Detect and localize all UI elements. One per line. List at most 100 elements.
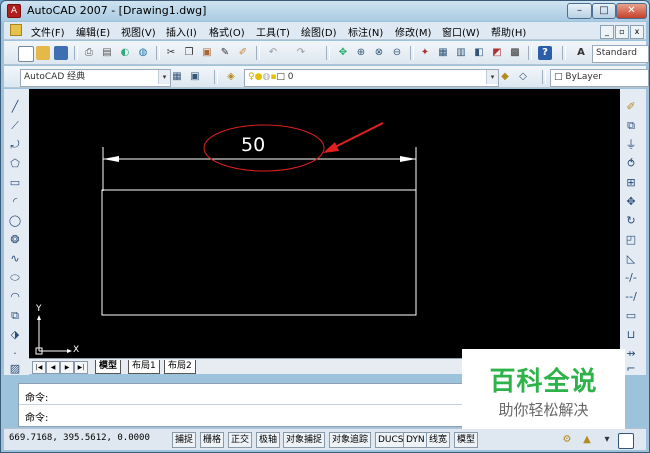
zoom-window-icon[interactable]: ⊗ <box>372 46 386 60</box>
spline-icon[interactable]: ∿ <box>7 251 23 266</box>
layer-previous-icon[interactable]: ◇ <box>516 70 530 84</box>
tool-palettes-icon[interactable]: ▥ <box>454 46 468 60</box>
hatch-icon[interactable]: ▨ <box>7 361 23 376</box>
make-object-layer-current-icon[interactable]: ◆ <box>498 70 512 84</box>
ellipse-icon[interactable]: ⬭ <box>7 270 23 285</box>
plot-icon[interactable]: ◍ <box>136 46 150 60</box>
scale-icon[interactable]: ◰ <box>623 232 639 247</box>
help-icon[interactable]: ? <box>538 46 552 60</box>
clean-screen-icon[interactable] <box>618 433 634 449</box>
print-preview-icon[interactable]: ▤ <box>100 46 114 60</box>
menu-modify[interactable]: 修改(M) <box>395 24 431 39</box>
polar-toggle[interactable]: 极轴 <box>256 432 281 448</box>
mdi-close-button[interactable]: x <box>630 25 644 39</box>
workspace-settings-icon[interactable]: ▦ <box>170 70 184 84</box>
publish-icon[interactable]: ◐ <box>118 46 132 60</box>
rotate-icon[interactable]: ↻ <box>623 213 639 228</box>
close-button[interactable]: ✕ <box>616 3 647 19</box>
construction-line-icon[interactable]: ⟋ <box>7 118 23 133</box>
drawing-canvas[interactable]: 50 Y X <box>29 89 620 358</box>
circle-icon[interactable]: ◯ <box>7 213 23 228</box>
open-file-icon[interactable] <box>36 46 50 60</box>
layer-manager-icon[interactable]: ◈ <box>224 70 238 84</box>
mdi-restore-button[interactable]: ▫ <box>615 25 629 39</box>
properties-icon[interactable]: ✦ <box>418 46 432 60</box>
menu-help[interactable]: 帮助(H) <box>491 24 526 39</box>
document-icon[interactable] <box>10 24 22 36</box>
menu-tools[interactable]: 工具(T) <box>256 24 290 39</box>
markup-icon[interactable]: ◩ <box>490 46 504 60</box>
rectangle-shape[interactable] <box>101 189 417 316</box>
line-icon[interactable]: ╱ <box>7 99 23 114</box>
fillet-icon[interactable]: ⌐ <box>623 361 639 376</box>
zoom-previous-icon[interactable]: ⊖ <box>390 46 404 60</box>
text-style-combo[interactable]: Standard <box>592 45 649 63</box>
ellipse-arc-icon[interactable]: ◠ <box>7 289 23 304</box>
polygon-icon[interactable]: ⬠ <box>7 156 23 171</box>
new-file-icon[interactable] <box>18 46 34 62</box>
coordinates-readout[interactable]: 669.7168, 395.5612, 0.0000 <box>9 433 150 443</box>
paste-icon[interactable]: ▣ <box>200 46 214 60</box>
grid-toggle[interactable]: 栅格 <box>200 432 225 448</box>
make-block-icon[interactable]: ⬗ <box>7 327 23 342</box>
tab-layout1[interactable]: 布局1 <box>128 360 160 374</box>
model-toggle[interactable]: 模型 <box>454 432 479 448</box>
osnap-toggle[interactable]: 对象捕捉 <box>283 432 326 448</box>
copy-icon[interactable]: ❐ <box>182 46 196 60</box>
extend-icon[interactable]: --/ <box>623 289 639 304</box>
menu-edit[interactable]: 编辑(E) <box>76 24 110 39</box>
revision-cloud-icon[interactable]: ❂ <box>7 232 23 247</box>
block-editor-icon[interactable]: ✐ <box>236 46 250 60</box>
calculator-icon[interactable]: ▩ <box>508 46 522 60</box>
ducs-toggle[interactable]: DUCS <box>375 432 407 448</box>
lineweight-toggle[interactable]: 线宽 <box>426 432 451 448</box>
mirror-icon[interactable]: ⏚ <box>623 137 639 152</box>
sheet-set-icon[interactable]: ◧ <box>472 46 486 60</box>
layer-combo[interactable]: ♀●◍▪□ 0 ▾ <box>244 69 499 87</box>
menu-draw[interactable]: 绘图(D) <box>301 24 337 39</box>
move-icon[interactable]: ✥ <box>623 194 639 209</box>
menu-file[interactable]: 文件(F) <box>31 24 65 39</box>
workspace-combo[interactable]: AutoCAD 经典 ▾ <box>20 69 171 87</box>
match-properties-icon[interactable]: ✎ <box>218 46 232 60</box>
redo-icon[interactable]: ↷ <box>294 46 308 60</box>
polyline-icon[interactable]: ⤾ <box>7 137 23 152</box>
menu-format[interactable]: 格式(O) <box>209 24 245 39</box>
dyn-toggle[interactable]: DYN <box>403 432 428 448</box>
undo-icon[interactable]: ↶ <box>266 46 280 60</box>
mdi-minimize-button[interactable]: _ <box>600 25 614 39</box>
tab-layout2[interactable]: 布局2 <box>164 360 196 374</box>
linetype-combo[interactable]: □ ByLayer <box>550 69 649 87</box>
next-tab-button[interactable]: ▶ <box>60 361 74 374</box>
pan-icon[interactable]: ✥ <box>336 46 350 60</box>
command-prompt[interactable]: 命令: <box>25 409 48 424</box>
join-icon[interactable]: ⊔ <box>623 327 639 342</box>
offset-icon[interactable]: ⥀ <box>623 156 639 171</box>
text-style-icon[interactable]: A <box>574 46 588 60</box>
dimension-text[interactable]: 50 <box>241 134 265 156</box>
point-icon[interactable]: · <box>7 346 23 361</box>
chamfer-icon[interactable]: ⇸ <box>623 346 639 361</box>
zoom-realtime-icon[interactable]: ⊕ <box>354 46 368 60</box>
ortho-toggle[interactable]: 正交 <box>228 432 253 448</box>
tab-model[interactable]: 模型 <box>95 360 122 374</box>
maximize-button[interactable]: □ <box>592 3 616 19</box>
rectangle-icon[interactable]: ▭ <box>7 175 23 190</box>
menu-window[interactable]: 窗口(W) <box>442 24 480 39</box>
menu-dimension[interactable]: 标注(N) <box>348 24 383 39</box>
menu-insert[interactable]: 插入(I) <box>166 24 197 39</box>
otrack-toggle[interactable]: 对象追踪 <box>329 432 372 448</box>
menu-view[interactable]: 视图(V) <box>121 24 156 39</box>
erase-icon[interactable]: ✐ <box>623 99 639 114</box>
copy-object-icon[interactable]: ⧉ <box>623 118 639 133</box>
tray-settings-icon[interactable]: ⚙ <box>560 433 574 447</box>
autocad-icon[interactable]: A <box>7 4 21 18</box>
cut-icon[interactable]: ✂ <box>164 46 178 60</box>
print-icon[interactable]: ⎙ <box>82 46 96 60</box>
stretch-icon[interactable]: ◺ <box>623 251 639 266</box>
insert-block-icon[interactable]: ⧉ <box>7 308 23 323</box>
trim-icon[interactable]: -/- <box>623 270 639 285</box>
previous-tab-button[interactable]: ◀ <box>46 361 60 374</box>
first-tab-button[interactable]: |◀ <box>32 361 46 374</box>
last-tab-button[interactable]: ▶| <box>74 361 88 374</box>
